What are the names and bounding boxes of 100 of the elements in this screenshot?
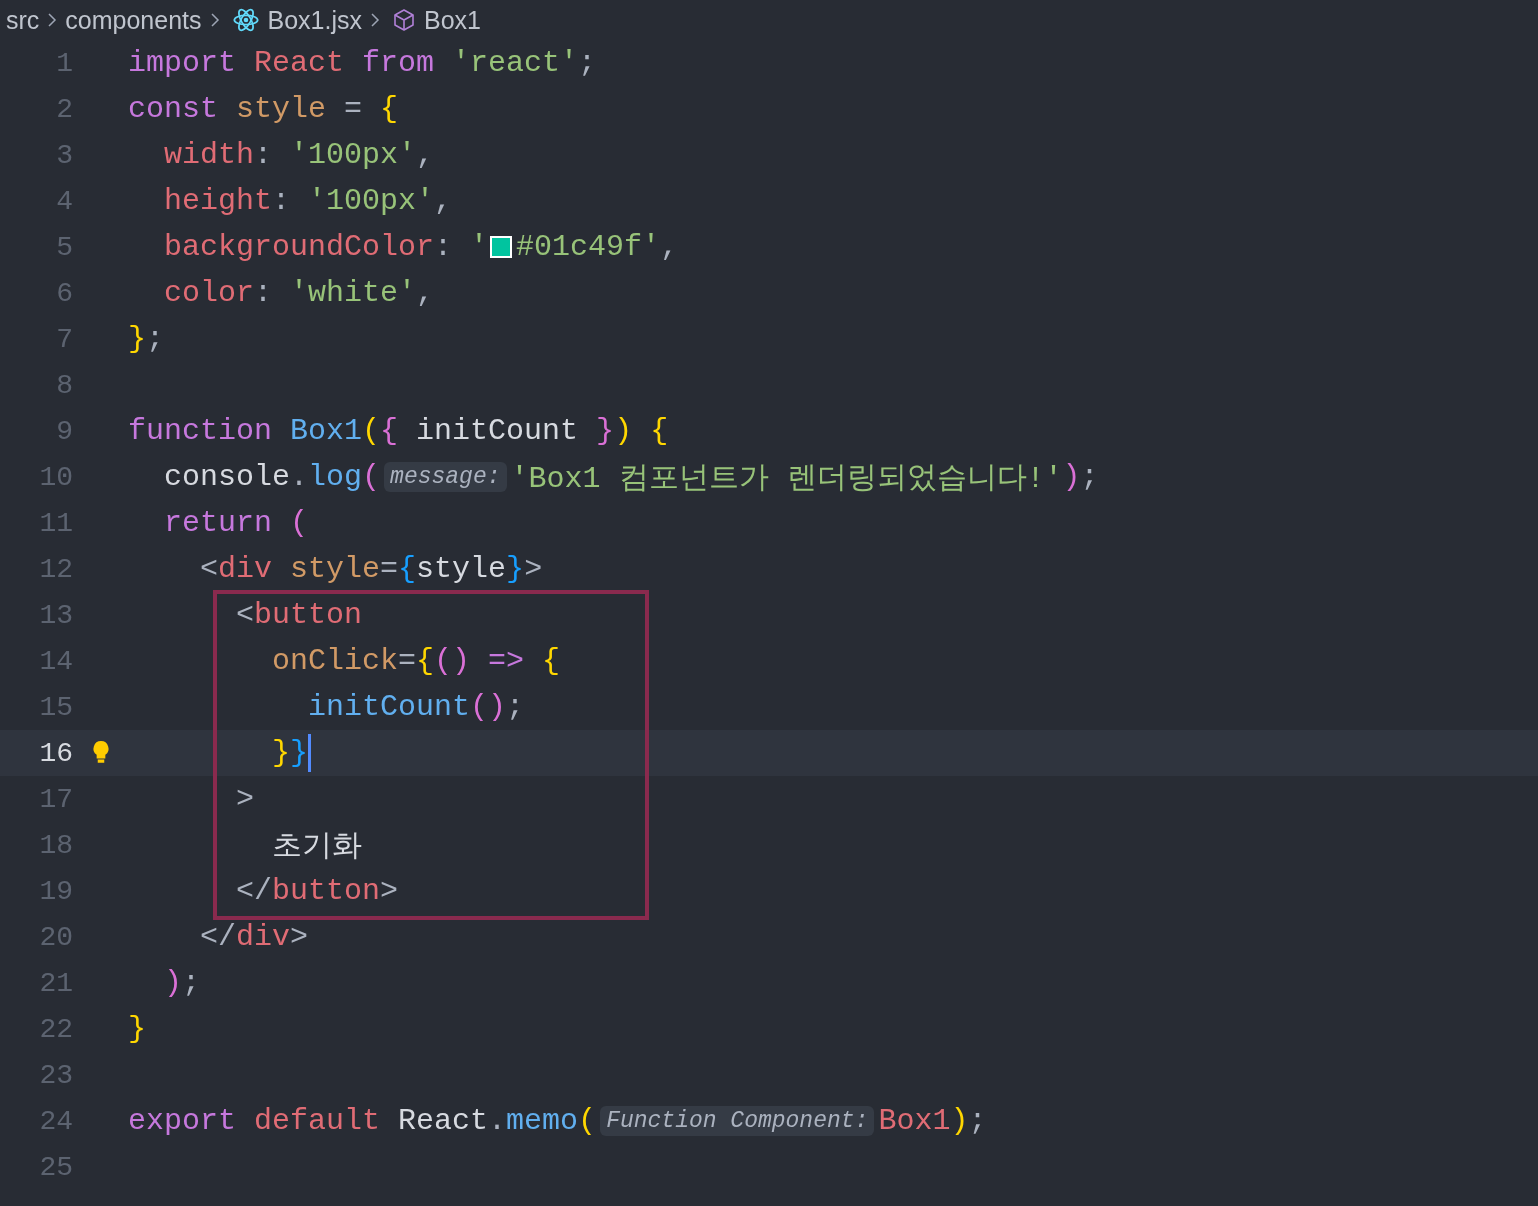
line-number: 22 <box>38 1013 73 1045</box>
code-token: => <box>487 644 526 678</box>
code-token: , <box>434 184 453 218</box>
code-token: } <box>290 736 309 770</box>
code-token: > <box>380 874 399 908</box>
code-token: { <box>542 644 561 678</box>
code-token: 초기화 <box>271 828 363 866</box>
breadcrumb-item[interactable]: Box1.jsx <box>267 5 362 35</box>
code-token: width <box>163 138 255 172</box>
code-token: ( <box>578 1104 597 1138</box>
code-token: 'react' <box>452 46 579 80</box>
code-token: ; <box>1080 460 1099 494</box>
code-token: backgroundColor <box>163 230 435 264</box>
code-token: import <box>128 46 238 80</box>
line-number: 6 <box>55 277 73 309</box>
line-number: 7 <box>55 323 73 355</box>
code-token: : <box>254 138 274 172</box>
line-number: 11 <box>38 507 73 539</box>
code-token: ; <box>146 322 165 356</box>
code-token: color <box>163 276 255 310</box>
code-token: #01c49f' <box>516 230 661 264</box>
code-token: { <box>398 552 417 586</box>
code-token: button <box>254 598 363 632</box>
line-number: 24 <box>38 1105 73 1137</box>
code-token: height <box>163 184 273 218</box>
code-token: ( <box>362 460 381 494</box>
code-token: React <box>398 1104 489 1138</box>
code-token: Box1 <box>878 1104 951 1138</box>
code-token: : <box>254 276 274 310</box>
code-token: ' <box>470 230 489 264</box>
chevron-icon <box>209 12 220 28</box>
code-token: } <box>595 414 615 448</box>
line-number: 14 <box>38 645 73 677</box>
code-token: const <box>128 92 219 126</box>
line-number: 4 <box>55 185 73 217</box>
code-token: </ <box>235 874 273 908</box>
code-token: ( <box>362 414 381 448</box>
code-token: '100px' <box>290 138 417 172</box>
line-number: 15 <box>38 691 73 723</box>
code-token: React <box>254 46 346 80</box>
code-token: 'white' <box>290 276 417 310</box>
cube-icon <box>392 8 416 32</box>
code-token: = <box>380 552 399 586</box>
color-swatch[interactable] <box>490 236 513 258</box>
code-token: > <box>235 782 255 816</box>
line-number: 5 <box>55 231 73 263</box>
code-token: { <box>416 644 435 678</box>
line-number: 13 <box>38 599 73 631</box>
code-token: { <box>380 414 400 448</box>
line-number: 12 <box>38 553 73 585</box>
code-token: from <box>362 46 436 80</box>
breadcrumb-item[interactable]: components <box>65 5 202 35</box>
react-atom-icon <box>231 6 260 34</box>
code-token: style <box>416 552 507 586</box>
chevron-icon <box>47 12 58 28</box>
code-token: default <box>254 1104 382 1138</box>
code-token: () <box>434 644 471 678</box>
code-token: , <box>660 230 679 264</box>
text-cursor <box>308 734 312 772</box>
breadcrumb-item[interactable]: src <box>6 5 40 35</box>
code-token: style <box>289 552 381 586</box>
code-token: function <box>128 414 274 448</box>
code-token: div <box>218 552 273 586</box>
line-number: 9 <box>55 415 73 447</box>
line-number: 10 <box>38 461 73 493</box>
code-token: '100px' <box>308 184 435 218</box>
code-token: ; <box>578 46 597 80</box>
breadcrumb-item[interactable]: Box1 <box>424 5 481 35</box>
code-token: . <box>488 1104 507 1138</box>
code-token: return <box>163 506 274 540</box>
line-number: 3 <box>55 139 73 171</box>
code-token: { <box>380 92 399 126</box>
code-token: { <box>649 414 669 448</box>
code-token: } <box>128 322 146 356</box>
code-token: Box1 <box>290 414 363 448</box>
line-number: 16 <box>38 737 73 769</box>
code-token: < <box>199 552 218 586</box>
line-number: 19 <box>38 875 73 907</box>
code-token: . <box>290 460 309 494</box>
line-number: 18 <box>38 829 73 861</box>
code-token: div <box>236 920 291 954</box>
code-token: ; <box>506 690 525 724</box>
line-number: 23 <box>38 1059 73 1091</box>
code-token: ) <box>1062 460 1081 494</box>
code-token: } <box>271 736 291 770</box>
code-token: , <box>416 138 435 172</box>
lightbulb-icon[interactable] <box>91 740 110 766</box>
code-token: } <box>128 1012 146 1046</box>
code-token: ) <box>614 414 633 448</box>
code-token: ; <box>968 1104 987 1138</box>
code-token: , <box>416 276 435 310</box>
line-number: 8 <box>55 369 73 401</box>
line-number: 2 <box>55 93 73 125</box>
code-token: ) <box>163 966 182 1000</box>
code-token: onClick <box>271 644 399 678</box>
code-token: ) <box>950 1104 969 1138</box>
line-number: 21 <box>38 967 73 999</box>
code-token: ( <box>290 506 309 540</box>
code-token: < <box>235 598 255 632</box>
code-token: 'Box1 컴포넌트가 렌더링되었습니다!' <box>510 460 1063 498</box>
